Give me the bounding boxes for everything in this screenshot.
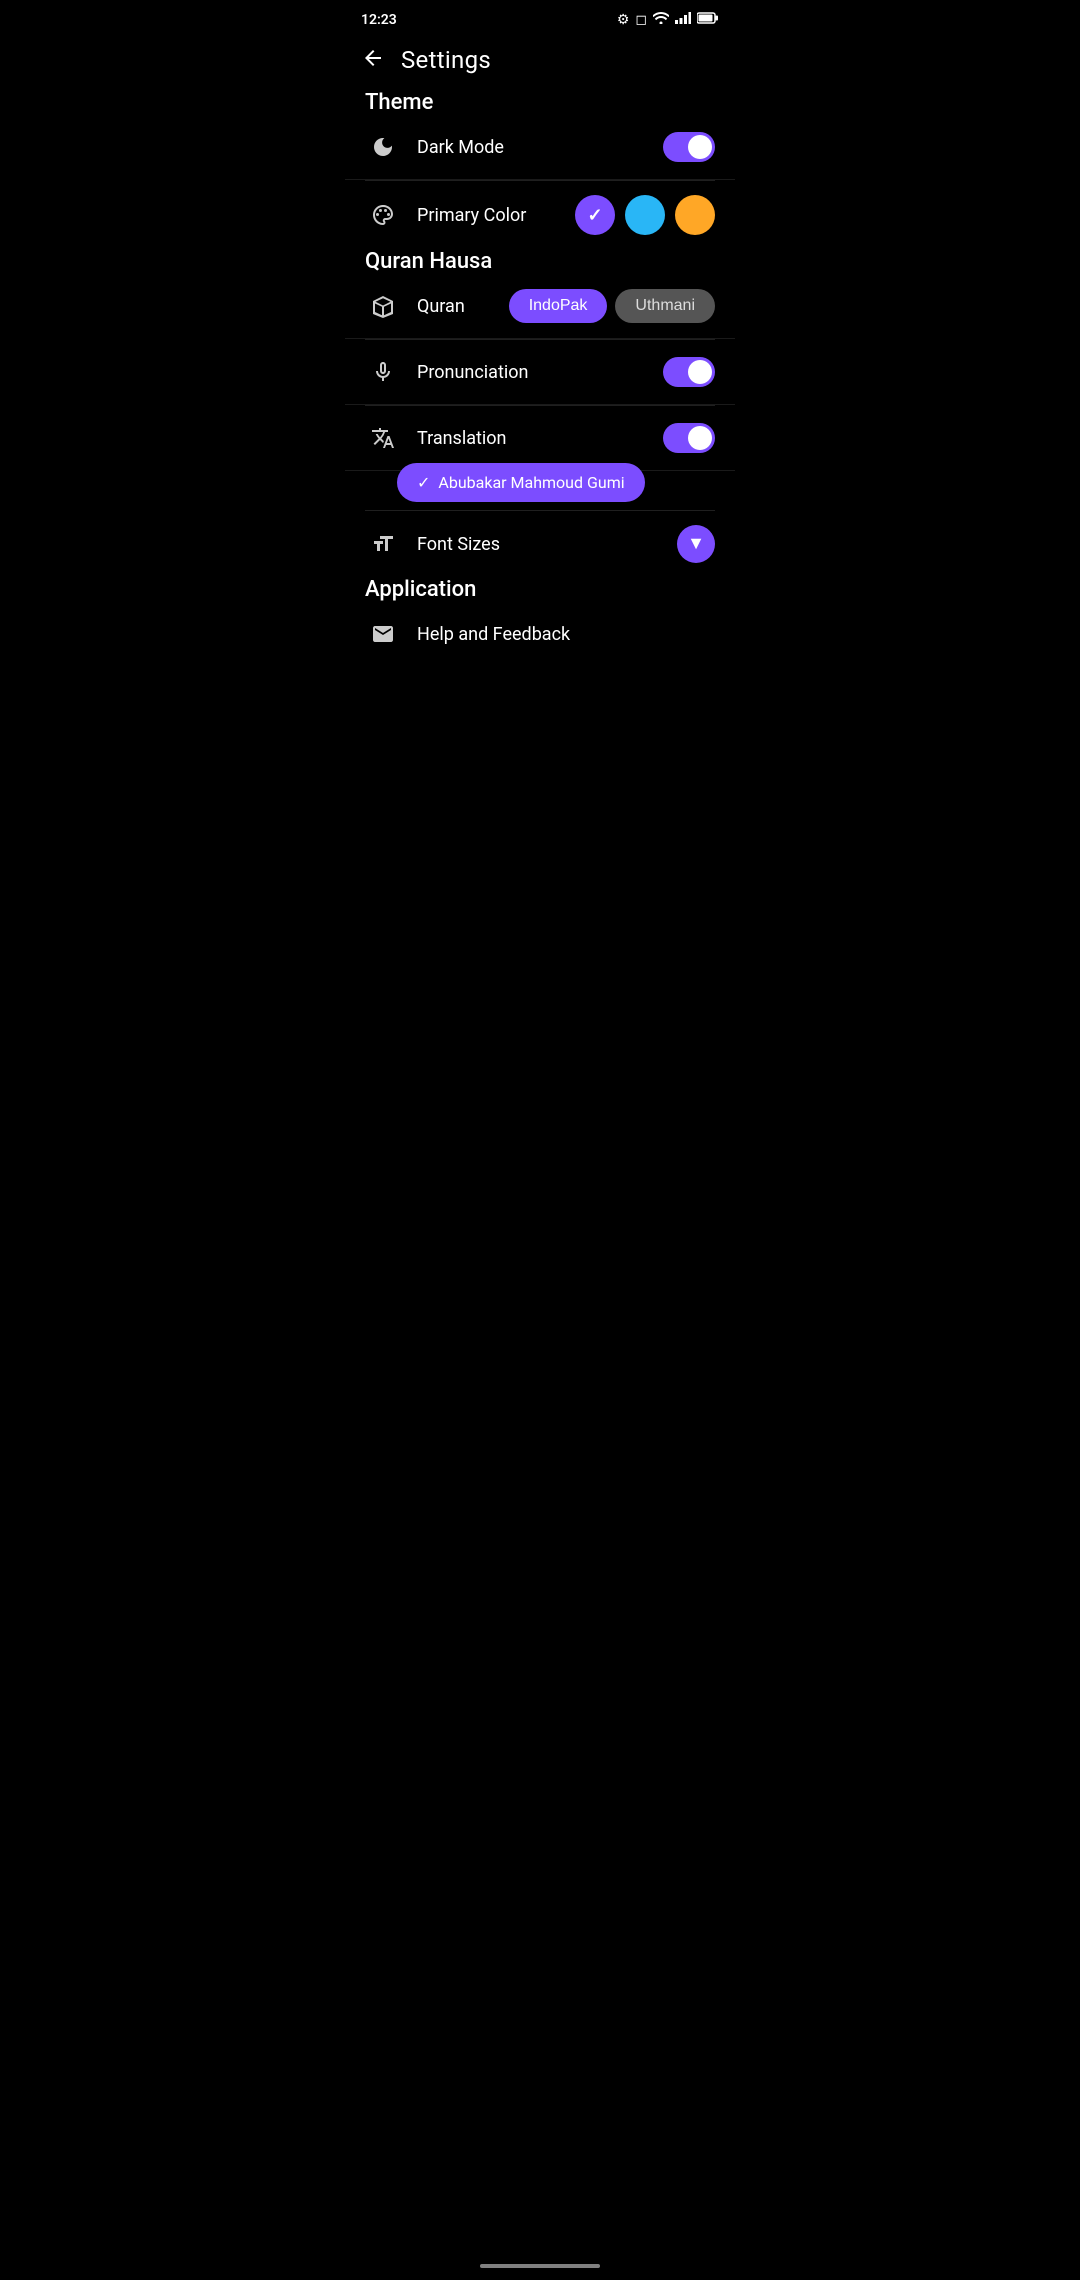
application-section: Application Help and Feedback xyxy=(345,577,735,666)
signal-status-icon xyxy=(675,12,691,28)
quran-icon xyxy=(365,288,401,324)
translation-item[interactable]: Translation xyxy=(345,406,735,471)
color-swatch-orange[interactable] xyxy=(675,195,715,235)
font-sizes-icon xyxy=(365,526,401,562)
color-swatch-purple[interactable]: ✓ xyxy=(575,195,615,235)
translation-toggle[interactable] xyxy=(663,423,715,453)
home-indicator xyxy=(480,2264,600,2268)
application-section-heading: Application xyxy=(345,561,496,614)
color-swatches: ✓ xyxy=(575,195,715,235)
bottom-bar xyxy=(345,2252,735,2280)
battery-status-icon xyxy=(697,12,719,28)
help-feedback-label: Help and Feedback xyxy=(417,624,715,645)
translation-chip[interactable]: ✓ Abubakar Mahmoud Gumi xyxy=(397,463,645,502)
primary-color-icon xyxy=(365,197,401,233)
help-feedback-icon xyxy=(365,616,401,652)
primary-color-label: Primary Color xyxy=(417,205,559,226)
dark-mode-toggle[interactable] xyxy=(663,132,715,162)
theme-section: Theme Dark Mode Primary Color ✓ xyxy=(345,90,735,249)
font-sizes-label: Font Sizes xyxy=(417,534,661,555)
pronunciation-icon xyxy=(365,354,401,390)
theme-section-heading: Theme xyxy=(345,74,453,127)
dark-mode-label: Dark Mode xyxy=(417,137,647,158)
pronunciation-label: Pronunciation xyxy=(417,362,647,383)
pronunciation-toggle[interactable] xyxy=(663,357,715,387)
page-title: Settings xyxy=(401,46,491,74)
quran-hausa-section: Quran Hausa Quran IndoPak Uthmani Pronun… xyxy=(345,249,735,577)
color-swatch-blue[interactable] xyxy=(625,195,665,235)
translation-label: Translation xyxy=(417,428,647,449)
chevron-down-icon: ▼ xyxy=(687,535,705,553)
pronunciation-item[interactable]: Pronunciation xyxy=(345,340,735,405)
notification-status-icon: ◻ xyxy=(635,12,647,28)
translation-icon xyxy=(365,420,401,456)
status-bar: 12:23 ⚙ ◻ xyxy=(345,0,735,36)
quran-label: Quran xyxy=(417,296,493,317)
font-sizes-dropdown[interactable]: ▼ xyxy=(677,525,715,563)
settings-status-icon: ⚙ xyxy=(617,12,630,28)
dark-mode-icon xyxy=(365,129,401,165)
uthmani-button[interactable]: Uthmani xyxy=(615,289,715,323)
check-icon: ✓ xyxy=(587,205,602,226)
back-button[interactable] xyxy=(361,46,385,74)
translation-name: Abubakar Mahmoud Gumi xyxy=(438,473,624,492)
translation-check-icon: ✓ xyxy=(417,473,430,492)
wifi-status-icon xyxy=(653,12,669,28)
status-icons: ⚙ ◻ xyxy=(617,12,719,28)
status-time: 12:23 xyxy=(361,12,397,28)
indopak-button[interactable]: IndoPak xyxy=(509,289,608,323)
quran-hausa-heading: Quran Hausa xyxy=(345,233,512,286)
quran-buttons: IndoPak Uthmani xyxy=(509,289,715,323)
